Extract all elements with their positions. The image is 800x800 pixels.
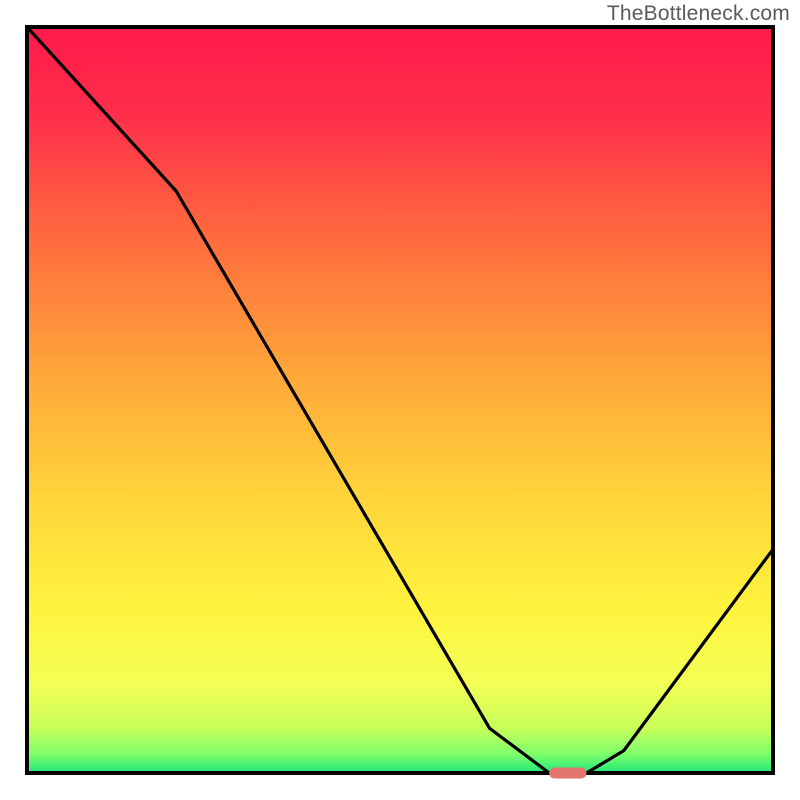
bottleneck-chart <box>0 0 800 800</box>
optimal-marker <box>549 768 586 779</box>
plot-background <box>27 27 773 773</box>
watermark-text: TheBottleneck.com <box>607 2 790 26</box>
